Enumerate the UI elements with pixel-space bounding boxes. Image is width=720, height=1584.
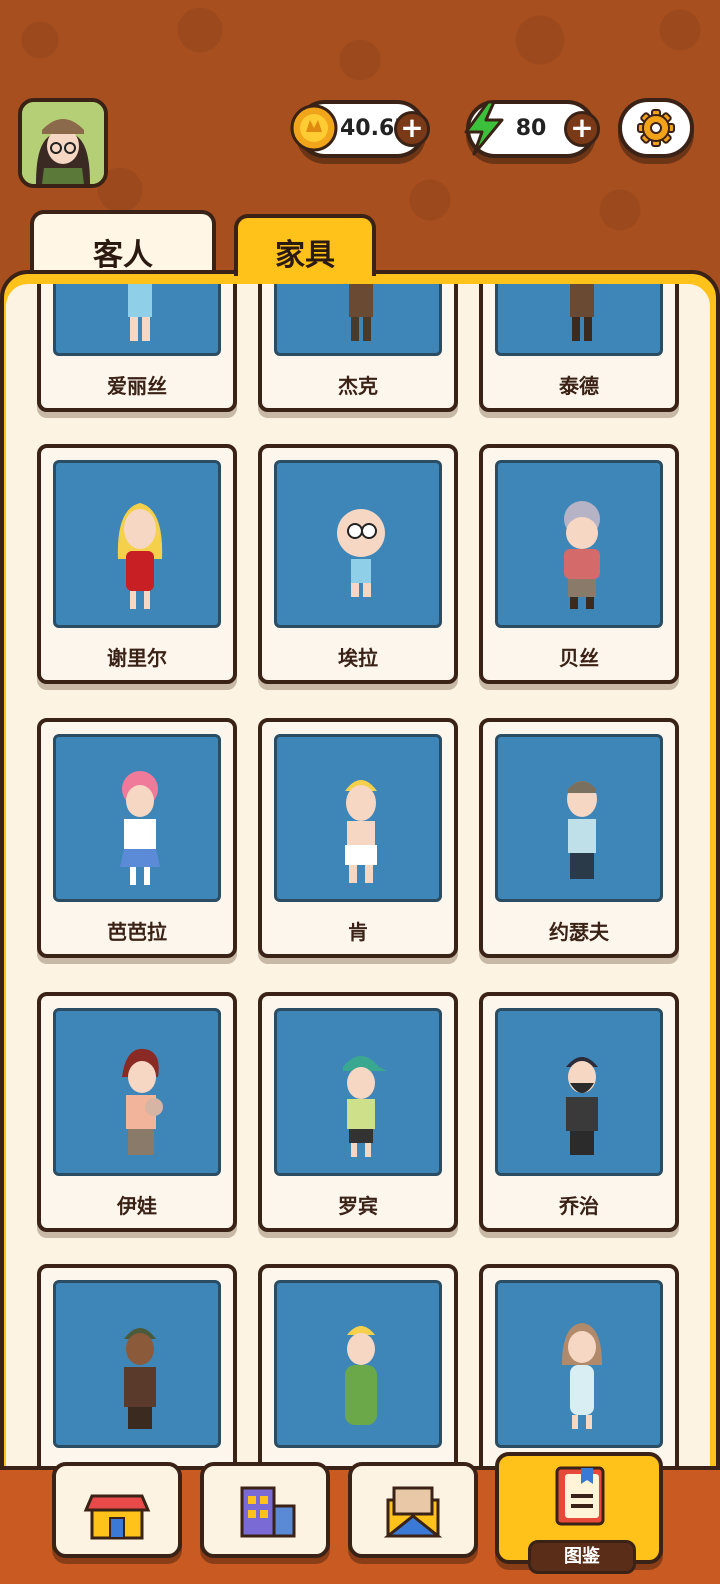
coins-value: 40.6K bbox=[340, 116, 412, 141]
coin-icon bbox=[288, 100, 344, 156]
add-energy-button[interactable]: + bbox=[564, 111, 600, 147]
character-name: 谢里尔 bbox=[107, 646, 167, 670]
building-icon bbox=[240, 1486, 296, 1538]
energy-value: 80 bbox=[515, 116, 547, 141]
character-card[interactable]: 埃拉 bbox=[258, 444, 458, 684]
character-card[interactable]: 谢里尔 bbox=[37, 444, 237, 684]
character-name: 杰克 bbox=[338, 374, 378, 398]
character-card[interactable]: 爱丽丝 bbox=[37, 284, 237, 412]
tab-furniture[interactable]: 家具 bbox=[234, 214, 376, 276]
character-card[interactable]: 乔治 bbox=[479, 992, 679, 1232]
character-name: 罗宾 bbox=[338, 1194, 378, 1218]
character-portrait bbox=[274, 460, 442, 628]
character-name: 乔治 bbox=[559, 1194, 599, 1218]
nav-shop-button[interactable] bbox=[52, 1462, 182, 1558]
coins-counter: 40.6K + bbox=[290, 100, 430, 158]
character-portrait bbox=[53, 1280, 221, 1448]
nav-collection-label: 图鉴 bbox=[528, 1540, 636, 1574]
character-card[interactable]: 泰德 bbox=[479, 284, 679, 412]
lightning-icon bbox=[458, 100, 514, 156]
nav-mail-button[interactable] bbox=[348, 1462, 478, 1558]
energy-counter: 80 + bbox=[464, 100, 600, 158]
character-portrait bbox=[495, 1280, 663, 1448]
character-name: 约瑟夫 bbox=[549, 920, 609, 944]
add-coins-button[interactable]: + bbox=[394, 111, 430, 147]
character-card[interactable]: 芭芭拉 bbox=[37, 718, 237, 958]
character-name: 伊娃 bbox=[117, 1194, 157, 1218]
character-portrait bbox=[274, 284, 442, 356]
character-portrait bbox=[53, 734, 221, 902]
character-card[interactable]: 罗宾 bbox=[258, 992, 458, 1232]
character-card[interactable]: 约瑟夫 bbox=[479, 718, 679, 958]
character-portrait bbox=[53, 284, 221, 356]
character-portrait bbox=[53, 460, 221, 628]
character-card[interactable]: 杰克 bbox=[258, 284, 458, 412]
character-portrait bbox=[495, 460, 663, 628]
character-portrait bbox=[274, 1008, 442, 1176]
character-card[interactable]: 贝丝 bbox=[479, 444, 679, 684]
avatar-portrait-icon bbox=[22, 102, 104, 184]
gear-icon bbox=[637, 109, 675, 147]
shop-icon bbox=[83, 1494, 151, 1540]
character-name: 芭芭拉 bbox=[107, 920, 167, 944]
character-name: 爱丽丝 bbox=[107, 374, 167, 398]
character-portrait bbox=[274, 1280, 442, 1448]
character-name: 贝丝 bbox=[559, 646, 599, 670]
nav-building-button[interactable] bbox=[200, 1462, 330, 1558]
character-portrait bbox=[495, 284, 663, 356]
character-portrait bbox=[495, 734, 663, 902]
player-avatar[interactable] bbox=[18, 98, 108, 188]
character-grid: 爱丽丝 杰克 泰德 谢里尔 埃拉 贝丝 芭芭拉 肯 约瑟夫 伊娃 罗宾 乔治 bbox=[6, 284, 710, 1584]
character-portrait bbox=[495, 1008, 663, 1176]
character-name: 埃拉 bbox=[338, 646, 378, 670]
settings-button[interactable] bbox=[618, 98, 694, 158]
character-card[interactable]: 肯 bbox=[258, 718, 458, 958]
character-card[interactable]: 伊娃 bbox=[37, 992, 237, 1232]
character-portrait bbox=[53, 1008, 221, 1176]
mail-icon bbox=[383, 1486, 443, 1538]
character-portrait bbox=[274, 734, 442, 902]
character-name: 肯 bbox=[348, 920, 368, 944]
character-name: 泰德 bbox=[559, 374, 599, 398]
